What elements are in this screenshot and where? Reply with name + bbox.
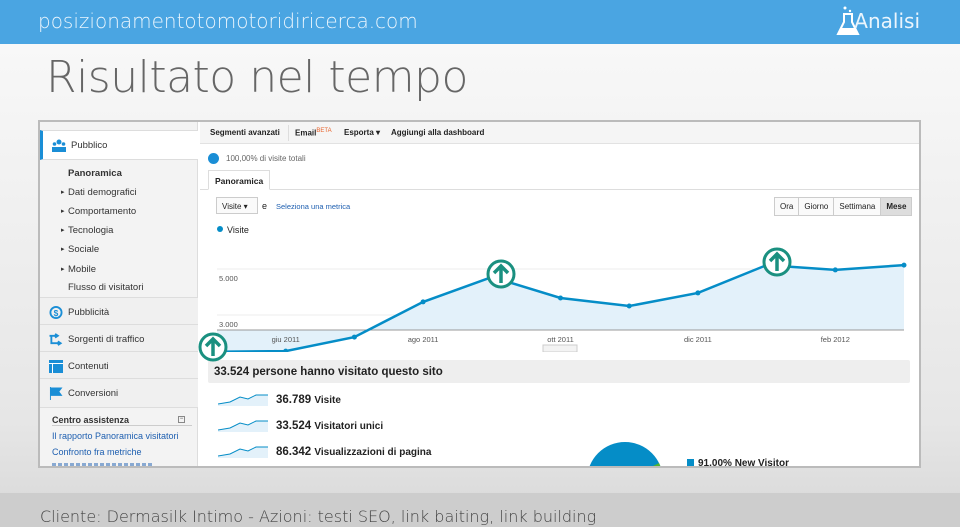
export-button[interactable]: Esporta ▾ bbox=[344, 128, 380, 137]
metric-label: Visitatori unici bbox=[314, 421, 384, 432]
add-dashboard-button[interactable]: Aggiungi alla dashboard bbox=[391, 128, 484, 137]
metric-label: Visite bbox=[314, 395, 341, 406]
help-center-title: Centro assistenza bbox=[52, 415, 192, 426]
advanced-segments-button[interactable]: Segmenti avanzati bbox=[210, 128, 280, 137]
sparkline bbox=[218, 394, 268, 406]
pie-legend: 91,00% New Visitor bbox=[687, 458, 789, 468]
sidebar-sub-dati-demografici[interactable]: Dati demografici bbox=[61, 187, 137, 198]
data-point bbox=[695, 290, 701, 296]
data-point bbox=[832, 267, 838, 273]
footer-caption: Cliente: Dermasilk Intimo - Azioni: test… bbox=[40, 507, 597, 526]
segment-toggle-icon[interactable] bbox=[208, 153, 219, 164]
period-mese[interactable]: Mese bbox=[880, 197, 913, 216]
sidebar-label: Conversioni bbox=[68, 387, 119, 399]
page-title: Risultato nel tempo bbox=[46, 52, 468, 103]
sidebar-item-sorgenti[interactable]: Sorgenti di traffico bbox=[40, 324, 198, 354]
period-settimana[interactable]: Settimana bbox=[833, 197, 882, 216]
sidebar-sub-tecnologia[interactable]: Tecnologia bbox=[61, 225, 113, 236]
help-link[interactable]: Confronto fra metriche bbox=[52, 447, 142, 457]
main-panel: Segmenti avanzati EmailBETA Esporta ▾ Ag… bbox=[198, 122, 919, 468]
segment-label: 100,00% di visite totali bbox=[226, 154, 306, 163]
y-tick-label: 5.000 bbox=[219, 274, 238, 283]
data-point bbox=[420, 299, 426, 305]
arrow-up-circle-icon bbox=[762, 247, 792, 277]
data-point bbox=[901, 262, 907, 268]
data-point bbox=[626, 303, 632, 309]
sidebar-sub-mobile[interactable]: Mobile bbox=[61, 264, 96, 275]
beta-badge: BETA bbox=[316, 128, 332, 134]
metric-value: 36.789 bbox=[276, 394, 315, 406]
tab-panoramica[interactable]: Panoramica bbox=[208, 170, 271, 190]
arrow-up-circle-icon bbox=[486, 259, 516, 289]
chevron-down-icon: ▾ bbox=[243, 202, 248, 211]
x-tick-label: ott 2011 bbox=[547, 335, 574, 344]
x-tick-label: dic 2011 bbox=[684, 335, 712, 344]
sidebar-sub-comportamento[interactable]: Comportamento bbox=[61, 206, 136, 217]
pie-legend-label: 91,00% New Visitor bbox=[698, 458, 789, 468]
analytics-screenshot: Pubblico Panoramica Dati demografici Com… bbox=[38, 120, 921, 468]
period-giorno[interactable]: Giorno bbox=[798, 197, 835, 216]
toolbar: Segmenti avanzati EmailBETA Esporta ▾ Ag… bbox=[200, 122, 919, 144]
section-label: Analisi bbox=[854, 9, 920, 33]
traffic-arrows-icon bbox=[49, 333, 63, 346]
metric-value: 33.524 bbox=[276, 420, 315, 432]
period-ora[interactable]: Ora bbox=[774, 197, 800, 216]
sidebar: Pubblico Panoramica Dati demografici Com… bbox=[40, 122, 198, 466]
metric-2: 86.342 Visualizzazioni di pagina bbox=[276, 446, 431, 458]
period-selector: Ora Giorno Settimana Mese bbox=[774, 197, 913, 216]
dollar-icon: $ bbox=[49, 306, 63, 319]
sidebar-item-pubblicita[interactable]: $ Pubblicità bbox=[40, 297, 198, 327]
help-link-clipped[interactable] bbox=[52, 463, 152, 466]
chart-expand-handle bbox=[542, 344, 578, 352]
select-metric-link[interactable]: Seleziona una metrica bbox=[276, 202, 350, 211]
sidebar-sub-sociale[interactable]: Sociale bbox=[61, 244, 99, 255]
sidebar-sub-panoramica[interactable]: Panoramica bbox=[68, 168, 122, 179]
sidebar-sub-flusso[interactable]: Flusso di visitatori bbox=[68, 282, 144, 293]
metric-label: Visualizzazioni di pagina bbox=[314, 447, 432, 458]
help-link[interactable]: Il rapporto Panoramica visitatori bbox=[52, 431, 179, 441]
data-point bbox=[558, 295, 563, 301]
legend-label: Visite bbox=[227, 225, 249, 235]
metric-1: 33.524 Visitatori unici bbox=[276, 420, 383, 432]
metric-select[interactable]: Visite ▾ bbox=[216, 197, 258, 214]
collapse-icon[interactable]: − bbox=[178, 416, 185, 423]
sidebar-item-conversioni[interactable]: Conversioni bbox=[40, 378, 198, 408]
header-bar: posizionamentotomotoridiricerca.com Anal… bbox=[0, 0, 960, 44]
pie-chart bbox=[589, 442, 661, 466]
sidebar-label: Sorgenti di traffico bbox=[68, 333, 145, 345]
sidebar-label: Pubblicità bbox=[68, 306, 110, 318]
x-tick-label: giu 2011 bbox=[272, 335, 300, 344]
x-tick-label: ago 2011 bbox=[408, 335, 439, 344]
metric-value: 86.342 bbox=[276, 446, 315, 458]
email-label: Email bbox=[295, 128, 317, 138]
sidebar-item-contenuti[interactable]: Contenuti bbox=[40, 351, 198, 381]
visits-chart: Visite 5.000 3.000 giu 2011 ago 2011 ott 2011… bbox=[214, 225, 907, 352]
metric-select-value: Visite bbox=[222, 202, 242, 211]
and-label: e bbox=[262, 201, 268, 211]
sidebar-label: Pubblico bbox=[71, 139, 108, 151]
arrow-up-circle-icon bbox=[198, 332, 228, 362]
flag-icon bbox=[49, 387, 63, 400]
content-icon bbox=[49, 360, 63, 373]
svg-text:$: $ bbox=[54, 308, 59, 318]
y-tick-label: 3.000 bbox=[219, 320, 238, 329]
data-point bbox=[351, 334, 357, 340]
sidebar-item-pubblico[interactable]: Pubblico bbox=[40, 130, 198, 160]
legend-dot bbox=[217, 226, 223, 232]
people-icon bbox=[52, 139, 66, 152]
footer-bar: Cliente: Dermasilk Intimo - Azioni: test… bbox=[0, 493, 960, 527]
metric-0: 36.789 Visite bbox=[276, 394, 341, 406]
sparkline bbox=[218, 446, 268, 458]
sidebar-label: Contenuti bbox=[68, 360, 109, 372]
summary-banner: 33.524 persone hanno visitato questo sit… bbox=[208, 360, 910, 383]
x-tick-label: feb 2012 bbox=[821, 335, 850, 344]
site-name: posizionamentotomotoridiricerca.com bbox=[38, 9, 418, 33]
sparkline bbox=[218, 420, 268, 432]
email-button[interactable]: EmailBETA bbox=[295, 128, 332, 138]
